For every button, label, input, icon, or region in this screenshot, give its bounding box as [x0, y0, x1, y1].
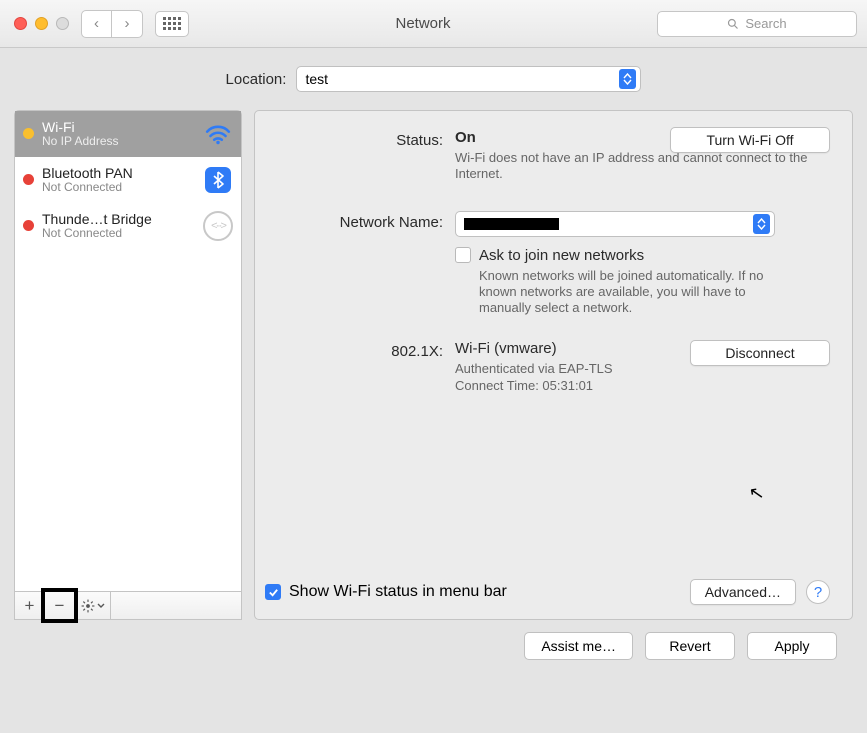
help-button[interactable]: ?: [806, 580, 830, 604]
search-field[interactable]: Search: [657, 11, 857, 37]
add-service-button[interactable]: +: [15, 592, 45, 619]
sidebar-item-text: Thunde…t Bridge Not Connected: [42, 211, 195, 241]
8021x-profile-name: Wi-Fi (vmware): [455, 340, 557, 357]
status-label: Status:: [265, 129, 455, 149]
location-value: test: [305, 71, 619, 87]
panel-footer: Show Wi-Fi status in menu bar Advanced… …: [265, 579, 830, 605]
bottom-buttons: Assist me… Revert Apply: [14, 620, 853, 660]
detail-panel: Status: On Wi-Fi does not have an IP add…: [254, 110, 853, 620]
sidebar-item-bluetooth-pan[interactable]: Bluetooth PAN Not Connected: [15, 157, 241, 203]
sidebar-footer: + −: [15, 591, 241, 619]
wifi-icon: [203, 123, 233, 145]
status-value: On: [455, 129, 476, 146]
8021x-row: 802.1X: Wi-Fi (vmware) Authenticated via…: [265, 340, 830, 394]
ask-to-join-checkbox[interactable]: [455, 247, 471, 263]
8021x-disconnect-button[interactable]: Disconnect: [690, 340, 830, 366]
minus-icon: −: [55, 596, 65, 616]
sidebar-item-status: Not Connected: [42, 181, 195, 195]
window-titlebar: ‹ › Network Search: [0, 0, 867, 48]
location-row: Location: test: [14, 66, 853, 92]
window-title: Network: [201, 15, 645, 32]
service-actions-menu[interactable]: [75, 592, 111, 619]
sidebar-item-wifi[interactable]: Wi-Fi No IP Address: [15, 111, 241, 157]
search-icon: [727, 18, 739, 30]
sidebar-item-name: Wi-Fi: [42, 119, 195, 135]
minimize-window-button[interactable]: [35, 17, 48, 30]
sidebar-item-thunderbolt-bridge[interactable]: Thunde…t Bridge Not Connected <···>: [15, 203, 241, 249]
status-row: Status: On Wi-Fi does not have an IP add…: [265, 129, 830, 183]
revert-button[interactable]: Revert: [645, 632, 735, 660]
chevron-down-icon: [97, 603, 105, 608]
network-name-value-block: Ask to join new networks Known networks …: [455, 211, 830, 317]
zoom-window-button: [56, 17, 69, 30]
apply-button[interactable]: Apply: [747, 632, 837, 660]
advanced-button[interactable]: Advanced…: [690, 579, 796, 605]
show-menu-bar-label: Show Wi-Fi status in menu bar: [289, 583, 507, 601]
sidebar-item-status: No IP Address: [42, 135, 195, 149]
back-button[interactable]: ‹: [82, 11, 112, 37]
location-label: Location:: [226, 71, 287, 88]
status-dot-icon: [23, 174, 34, 185]
show-menu-bar-checkbox[interactable]: [265, 584, 281, 600]
show-menu-bar-row: Show Wi-Fi status in menu bar: [265, 583, 507, 601]
forward-button[interactable]: ›: [112, 11, 142, 37]
network-name-label: Network Name:: [265, 211, 455, 231]
sidebar-item-text: Bluetooth PAN Not Connected: [42, 165, 195, 195]
services-list: Wi-Fi No IP Address Bluetooth PAN Not Co…: [15, 111, 241, 591]
ask-to-join-row: Ask to join new networks: [455, 247, 830, 264]
close-window-button[interactable]: [14, 17, 27, 30]
status-dot-icon: [23, 220, 34, 231]
8021x-connect-time: Connect Time: 05:31:01: [455, 378, 830, 394]
network-name-dropdown[interactable]: [455, 211, 775, 237]
bluetooth-icon: [203, 167, 233, 193]
network-name-row: Network Name: Ask to join new networks: [265, 211, 830, 317]
sidebar-item-name: Thunde…t Bridge: [42, 211, 195, 227]
ask-to-join-label: Ask to join new networks: [479, 247, 644, 264]
show-all-prefs-button[interactable]: [155, 11, 189, 37]
sidebar-item-name: Bluetooth PAN: [42, 165, 195, 181]
gear-icon: [81, 599, 95, 613]
ask-to-join-subtext: Known networks will be joined automatica…: [455, 268, 765, 317]
location-dropdown[interactable]: test: [296, 66, 641, 92]
nav-back-forward: ‹ ›: [81, 10, 143, 38]
network-name-value: [464, 218, 559, 230]
status-dot-icon: [23, 128, 34, 139]
content-area: Location: test Wi-Fi No IP Address: [0, 48, 867, 672]
search-placeholder: Search: [745, 16, 786, 31]
status-subtext: Wi-Fi does not have an IP address and ca…: [455, 150, 830, 183]
dropdown-stepper-icon: [619, 69, 636, 89]
8021x-label: 802.1X:: [265, 340, 455, 360]
cursor-icon: ↖: [747, 482, 766, 505]
services-sidebar: Wi-Fi No IP Address Bluetooth PAN Not Co…: [14, 110, 242, 620]
sidebar-item-status: Not Connected: [42, 227, 195, 241]
assist-me-button[interactable]: Assist me…: [524, 632, 633, 660]
dropdown-stepper-icon: [753, 214, 770, 234]
main-row: Wi-Fi No IP Address Bluetooth PAN Not Co…: [14, 110, 853, 620]
traffic-lights: [14, 17, 69, 30]
sidebar-item-text: Wi-Fi No IP Address: [42, 119, 195, 149]
remove-service-button[interactable]: −: [45, 592, 75, 619]
thunderbolt-icon: <···>: [203, 211, 233, 241]
toggle-wifi-button[interactable]: Turn Wi-Fi Off: [670, 127, 830, 153]
